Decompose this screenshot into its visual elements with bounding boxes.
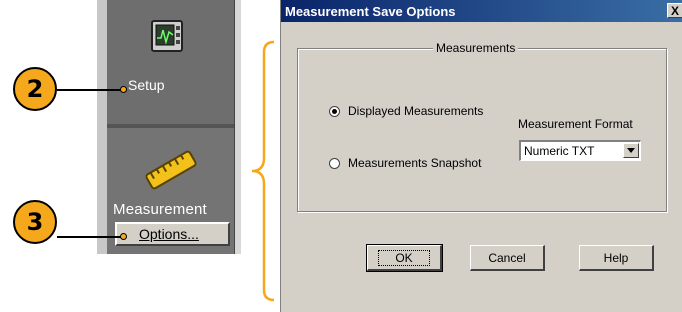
dropdown-arrow-icon[interactable]	[623, 143, 639, 158]
options-button-label: Options...	[139, 226, 199, 242]
cancel-button[interactable]: Cancel	[470, 245, 545, 271]
bracket-icon	[251, 40, 275, 302]
callout-2-leader	[57, 89, 125, 91]
measurements-group-label: Measurements	[433, 41, 519, 55]
ruler-icon	[145, 150, 197, 190]
measurement-format-select[interactable]: Numeric TXT	[519, 140, 641, 161]
close-button[interactable]: X	[667, 3, 682, 18]
radio-displayed-measurements[interactable]: Displayed Measurements	[329, 104, 483, 118]
callout-2-dot	[120, 86, 127, 93]
options-button[interactable]: Options...	[115, 222, 230, 246]
radio-snapshot-indicator[interactable]	[329, 157, 340, 169]
radio-selected-dot	[332, 108, 337, 114]
measurement-save-options-dialog: Measurement Save Options X Measurements …	[280, 0, 682, 312]
oscilloscope-screen-icon	[151, 20, 183, 52]
panel-right-edge	[234, 0, 241, 254]
dialog-title: Measurement Save Options	[285, 3, 456, 19]
measurement-label: Measurement	[113, 201, 207, 218]
panel-left-edge	[97, 0, 107, 254]
radio-snapshot-label: Measurements Snapshot	[348, 156, 482, 170]
callout-3-leader	[57, 236, 125, 238]
callout-3-dot	[120, 233, 127, 240]
radio-measurements-snapshot[interactable]: Measurements Snapshot	[329, 156, 481, 170]
radio-displayed-label: Displayed Measurements	[348, 104, 484, 118]
callout-2: 2	[13, 67, 57, 111]
measurement-format-value: Numeric TXT	[524, 144, 595, 158]
dialog-titlebar[interactable]: Measurement Save Options X	[281, 0, 682, 22]
callout-3: 3	[13, 200, 57, 244]
setup-label: Setup	[128, 77, 165, 93]
ok-button[interactable]: OK	[366, 244, 443, 272]
help-button[interactable]: Help	[579, 245, 654, 271]
measurement-format-label: Measurement Format	[518, 117, 633, 131]
ok-button-label: OK	[378, 249, 430, 266]
radio-displayed-indicator[interactable]	[329, 105, 340, 117]
